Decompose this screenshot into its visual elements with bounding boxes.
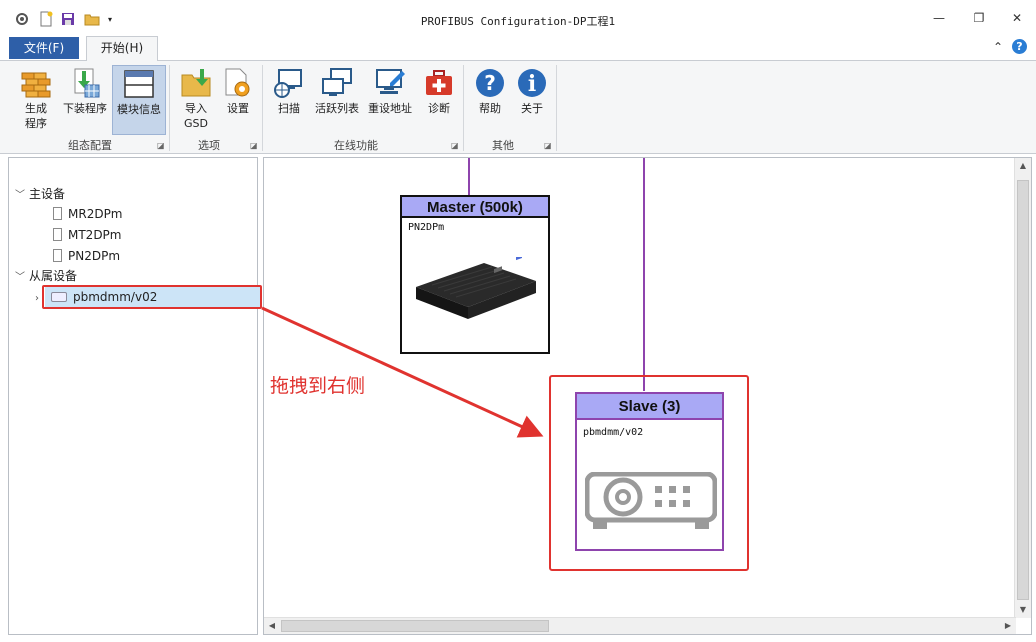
tab-home[interactable]: 开始(H) — [86, 36, 158, 61]
drag-arrow-icon — [261, 306, 544, 438]
